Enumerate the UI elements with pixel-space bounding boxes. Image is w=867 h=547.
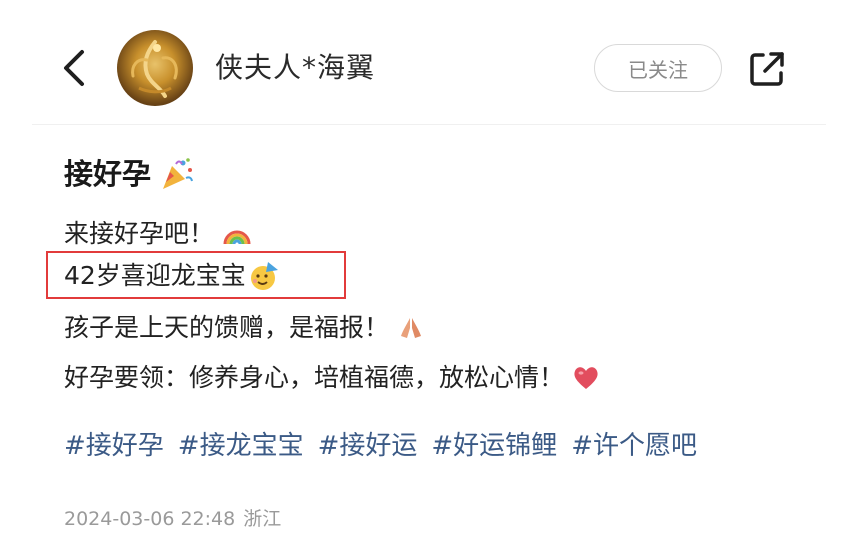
- follow-button[interactable]: 已关注: [594, 44, 722, 92]
- post-title: 接好孕: [64, 152, 195, 196]
- post-line-1: 来接好孕吧！: [64, 214, 252, 254]
- hashtag-link[interactable]: #接龙宝宝: [178, 424, 304, 468]
- share-button[interactable]: [746, 48, 788, 90]
- post-line-2-text: 42岁喜迎龙宝宝: [64, 261, 246, 290]
- post-line-3-text: 孩子是上天的馈赠，是福报！: [64, 313, 390, 342]
- post-line-4: 好孕要领：修养身心，培植福德，放松心情！: [64, 358, 600, 398]
- party-popper-icon: [163, 158, 193, 189]
- post-title-text: 接好孕: [64, 157, 152, 191]
- hashtag-link[interactable]: #好运锦鲤: [431, 424, 557, 468]
- post-line-2: 42岁喜迎龙宝宝: [64, 256, 280, 296]
- hashtag-list: #接好孕 #接龙宝宝 #接好运 #好运锦鲤 #许个愿吧: [64, 424, 697, 468]
- post-meta: 2024-03-06 22:48 浙江: [64, 505, 281, 533]
- hashtag-link[interactable]: #接好孕: [64, 424, 164, 468]
- chevron-left-icon: [64, 50, 84, 86]
- share-external-icon: [750, 52, 784, 86]
- back-button[interactable]: [56, 46, 92, 90]
- post-page: 侠夫人*海翼 已关注 接好孕 来接好孕吧！ 42岁喜迎龙宝宝 孩子是上天的馈赠，…: [0, 0, 867, 547]
- phoenix-avatar-icon: [131, 40, 178, 98]
- post-date: 2024-03-06 22:48: [64, 508, 236, 530]
- rainbow-icon: [223, 230, 251, 245]
- post-location: 浙江: [243, 508, 282, 530]
- hashtag-link[interactable]: #接好运: [318, 424, 418, 468]
- heart-icon: [574, 367, 598, 389]
- post-line-4-text: 好孕要领：修养身心，培植福德，放松心情！: [64, 363, 565, 392]
- hashtag-link[interactable]: #许个愿吧: [571, 424, 697, 468]
- username[interactable]: 侠夫人*海翼: [215, 48, 375, 88]
- avatar[interactable]: [117, 30, 193, 106]
- partying-face-icon: [250, 262, 278, 290]
- post-line-1-text: 来接好孕吧！: [64, 219, 215, 248]
- header: 侠夫人*海翼 已关注: [0, 0, 867, 124]
- header-divider: [32, 124, 826, 125]
- post-line-3: 孩子是上天的馈赠，是福报！: [64, 308, 425, 348]
- praying-hands-icon: [401, 318, 422, 338]
